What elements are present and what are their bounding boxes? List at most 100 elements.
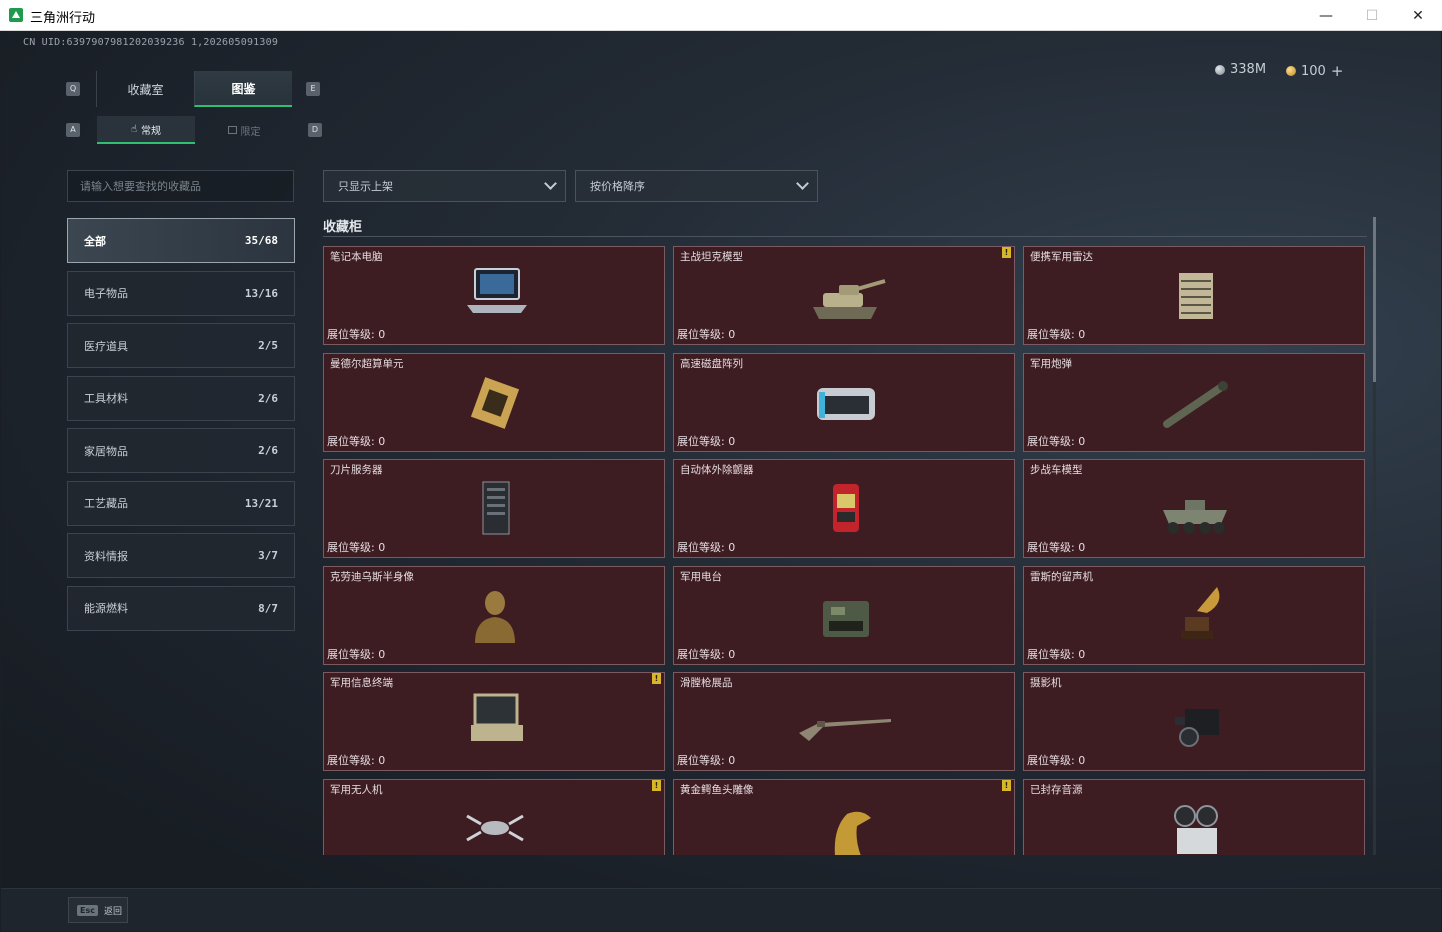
category-label: 工具材料 xyxy=(84,392,128,405)
collection-card[interactable]: 克劳迪乌斯半身像 展位等级: 0 xyxy=(323,565,665,665)
item-name: 主战坦克模型 xyxy=(680,251,743,263)
collection-card[interactable]: 自动体外除颤器 展位等级: 0 xyxy=(673,459,1015,558)
collection-card[interactable]: 军用电台 展位等级: 0 xyxy=(673,565,1015,665)
item-name: 步战车模型 xyxy=(1030,464,1083,476)
maximize-button[interactable]: ☐ xyxy=(1349,0,1395,31)
gold-currency[interactable]: 100 + xyxy=(1286,62,1343,80)
collection-card[interactable]: 雷斯的留声机 展位等级: 0 xyxy=(1023,565,1365,665)
item-display-level: 展位等级: 0 xyxy=(327,754,386,767)
reel-recorder-icon xyxy=(1145,794,1245,856)
item-display-level: 展位等级: 0 xyxy=(1027,647,1086,661)
section-divider xyxy=(323,236,1367,237)
server-icon xyxy=(445,474,545,544)
category-medical[interactable]: 医疗道具 2/5 xyxy=(67,323,295,368)
close-button[interactable]: ✕ xyxy=(1395,0,1441,31)
scrollbar-thumb[interactable] xyxy=(1373,217,1376,382)
alert-badge-icon: ! xyxy=(1002,779,1011,791)
item-display-level: 展位等级: 0 xyxy=(677,647,736,661)
camera-icon xyxy=(1145,687,1245,757)
collection-card[interactable]: 黄金鳄鱼头雕像! xyxy=(673,778,1015,855)
gold-amount: 100 xyxy=(1301,63,1326,79)
back-label: 返回 xyxy=(103,906,122,917)
tank-icon xyxy=(795,261,895,331)
add-currency-button[interactable]: + xyxy=(1331,62,1344,80)
gramophone-icon xyxy=(1145,581,1245,651)
item-display-level: 展位等级: 0 xyxy=(1027,434,1086,448)
collection-card[interactable]: 步战车模型 展位等级: 0 xyxy=(1023,459,1365,558)
window-titlebar: 三角洲行动 — ☐ ✕ xyxy=(0,0,1442,31)
back-button[interactable]: Esc 返回 xyxy=(68,897,128,923)
sort-dropdown[interactable]: 按价格降序 xyxy=(575,170,818,202)
subtab-limited[interactable]: 限定 xyxy=(195,116,293,144)
category-label: 家居物品 xyxy=(84,444,128,458)
item-name: 笔记本电脑 xyxy=(330,251,383,263)
window-title: 三角洲行动 xyxy=(30,11,96,26)
item-name: 雷斯的留声机 xyxy=(1030,570,1093,583)
item-name: 高速磁盘阵列 xyxy=(680,357,743,370)
player-uid: CN UID:6397907981202039236 1,20260509130… xyxy=(23,37,279,48)
game-viewport: CN UID:6397907981202039236 1,20260509130… xyxy=(1,31,1441,931)
item-display-level: 展位等级: 0 xyxy=(327,434,386,448)
collection-card[interactable]: 高速磁盘阵列 展位等级: 0 xyxy=(673,352,1015,452)
disk-array-icon xyxy=(795,368,895,438)
category-crafts[interactable]: 工艺藏品 13/21 xyxy=(67,480,295,526)
tab-label: 图鉴 xyxy=(231,81,256,96)
hand-icon: ☝ xyxy=(130,123,138,135)
collection-card[interactable]: 军用无人机! xyxy=(323,778,665,856)
laptop-icon xyxy=(445,261,545,331)
category-list: 全部 35/68 电子物品 13/16 医疗道具 2/5 工具材料 2/6 家居物品 2/… xyxy=(67,218,295,638)
calendar-icon xyxy=(227,126,237,134)
collection-card[interactable]: 便携军用雷达 展位等级: 0 xyxy=(1023,246,1365,345)
collection-card[interactable]: 刀片服务器展位等级: 0 xyxy=(323,459,665,558)
category-electronics[interactable]: 电子物品 13/16 xyxy=(67,270,295,316)
category-label: 能源燃料 xyxy=(84,602,128,615)
category-energy[interactable]: 能源燃料 8/7 xyxy=(67,585,295,631)
tab-collection-room[interactable]: 收藏室 xyxy=(96,71,194,107)
category-household[interactable]: 家居物品 2/6 xyxy=(67,428,295,473)
subtab-label: 限定 xyxy=(240,126,261,138)
key-e-hint: E xyxy=(306,82,320,96)
tab-label: 收藏室 xyxy=(127,82,164,97)
silver-currency: 338M xyxy=(1215,62,1266,77)
collection-card[interactable]: 曼德尔超算单元 展位等级: 0 xyxy=(323,352,665,452)
collection-card[interactable]: 军用信息终端 展位等级: 0! xyxy=(323,672,665,771)
radio-icon xyxy=(795,581,895,651)
collection-card[interactable]: 军用炮弹 展位等级: 0 xyxy=(1023,352,1365,452)
minimize-button[interactable]: — xyxy=(1303,0,1349,31)
key-q-hint: Q xyxy=(66,82,80,96)
collection-card[interactable]: 主战坦克模型 展位等级: 0! xyxy=(673,246,1015,345)
category-count: 35/68 xyxy=(244,234,278,247)
collection-grid: 笔记本电脑 展位等级: 0 主战坦克模型 展位等级: 0! 便携军用雷达 展位等级: 0曼… xyxy=(323,246,1367,855)
subtab-regular[interactable]: ☝ 常规 xyxy=(97,116,195,144)
collection-card[interactable]: 笔记本电脑 展位等级: 0 xyxy=(323,246,665,345)
item-display-level: 展位等级: 0 xyxy=(327,541,386,554)
category-count: 13/16 xyxy=(244,286,278,300)
shelf-filter-dropdown[interactable]: 只显示上架 xyxy=(323,170,566,202)
item-name: 军用信息终端 xyxy=(330,677,393,689)
collection-card[interactable]: 摄影机 展位等级: 0 xyxy=(1023,672,1365,771)
subtab-label: 常规 xyxy=(141,125,162,137)
app-logo-icon xyxy=(9,8,23,22)
alert-badge-icon: ! xyxy=(1002,247,1011,258)
item-name: 刀片服务器 xyxy=(330,464,383,476)
category-tools[interactable]: 工具材料 2/6 xyxy=(67,375,295,421)
section-title: 收藏柜 xyxy=(323,220,363,235)
search-input[interactable] xyxy=(67,170,294,202)
drone-icon xyxy=(445,794,545,856)
item-display-level: 展位等级: 0 xyxy=(677,328,736,341)
category-count: 2/5 xyxy=(258,339,278,352)
collection-card[interactable]: 已封存音源 xyxy=(1023,778,1365,856)
tab-catalog[interactable]: 图鉴 xyxy=(194,71,292,107)
chevron-down-icon xyxy=(544,177,557,190)
item-name: 已封存音源 xyxy=(1030,783,1083,796)
category-count: 13/21 xyxy=(244,496,278,510)
radar-icon xyxy=(1145,261,1245,331)
item-name: 克劳迪乌斯半身像 xyxy=(330,570,414,583)
category-label: 全部 xyxy=(84,234,106,248)
category-all[interactable]: 全部 35/68 xyxy=(67,218,295,263)
collection-card[interactable]: 滑膛枪展品 展位等级: 0 xyxy=(673,672,1015,771)
item-display-level: 展位等级: 0 xyxy=(1027,328,1086,341)
category-label: 资料情报 xyxy=(84,549,128,563)
category-label: 工艺藏品 xyxy=(84,497,128,510)
category-intel[interactable]: 资料情报 3/7 xyxy=(67,533,295,578)
